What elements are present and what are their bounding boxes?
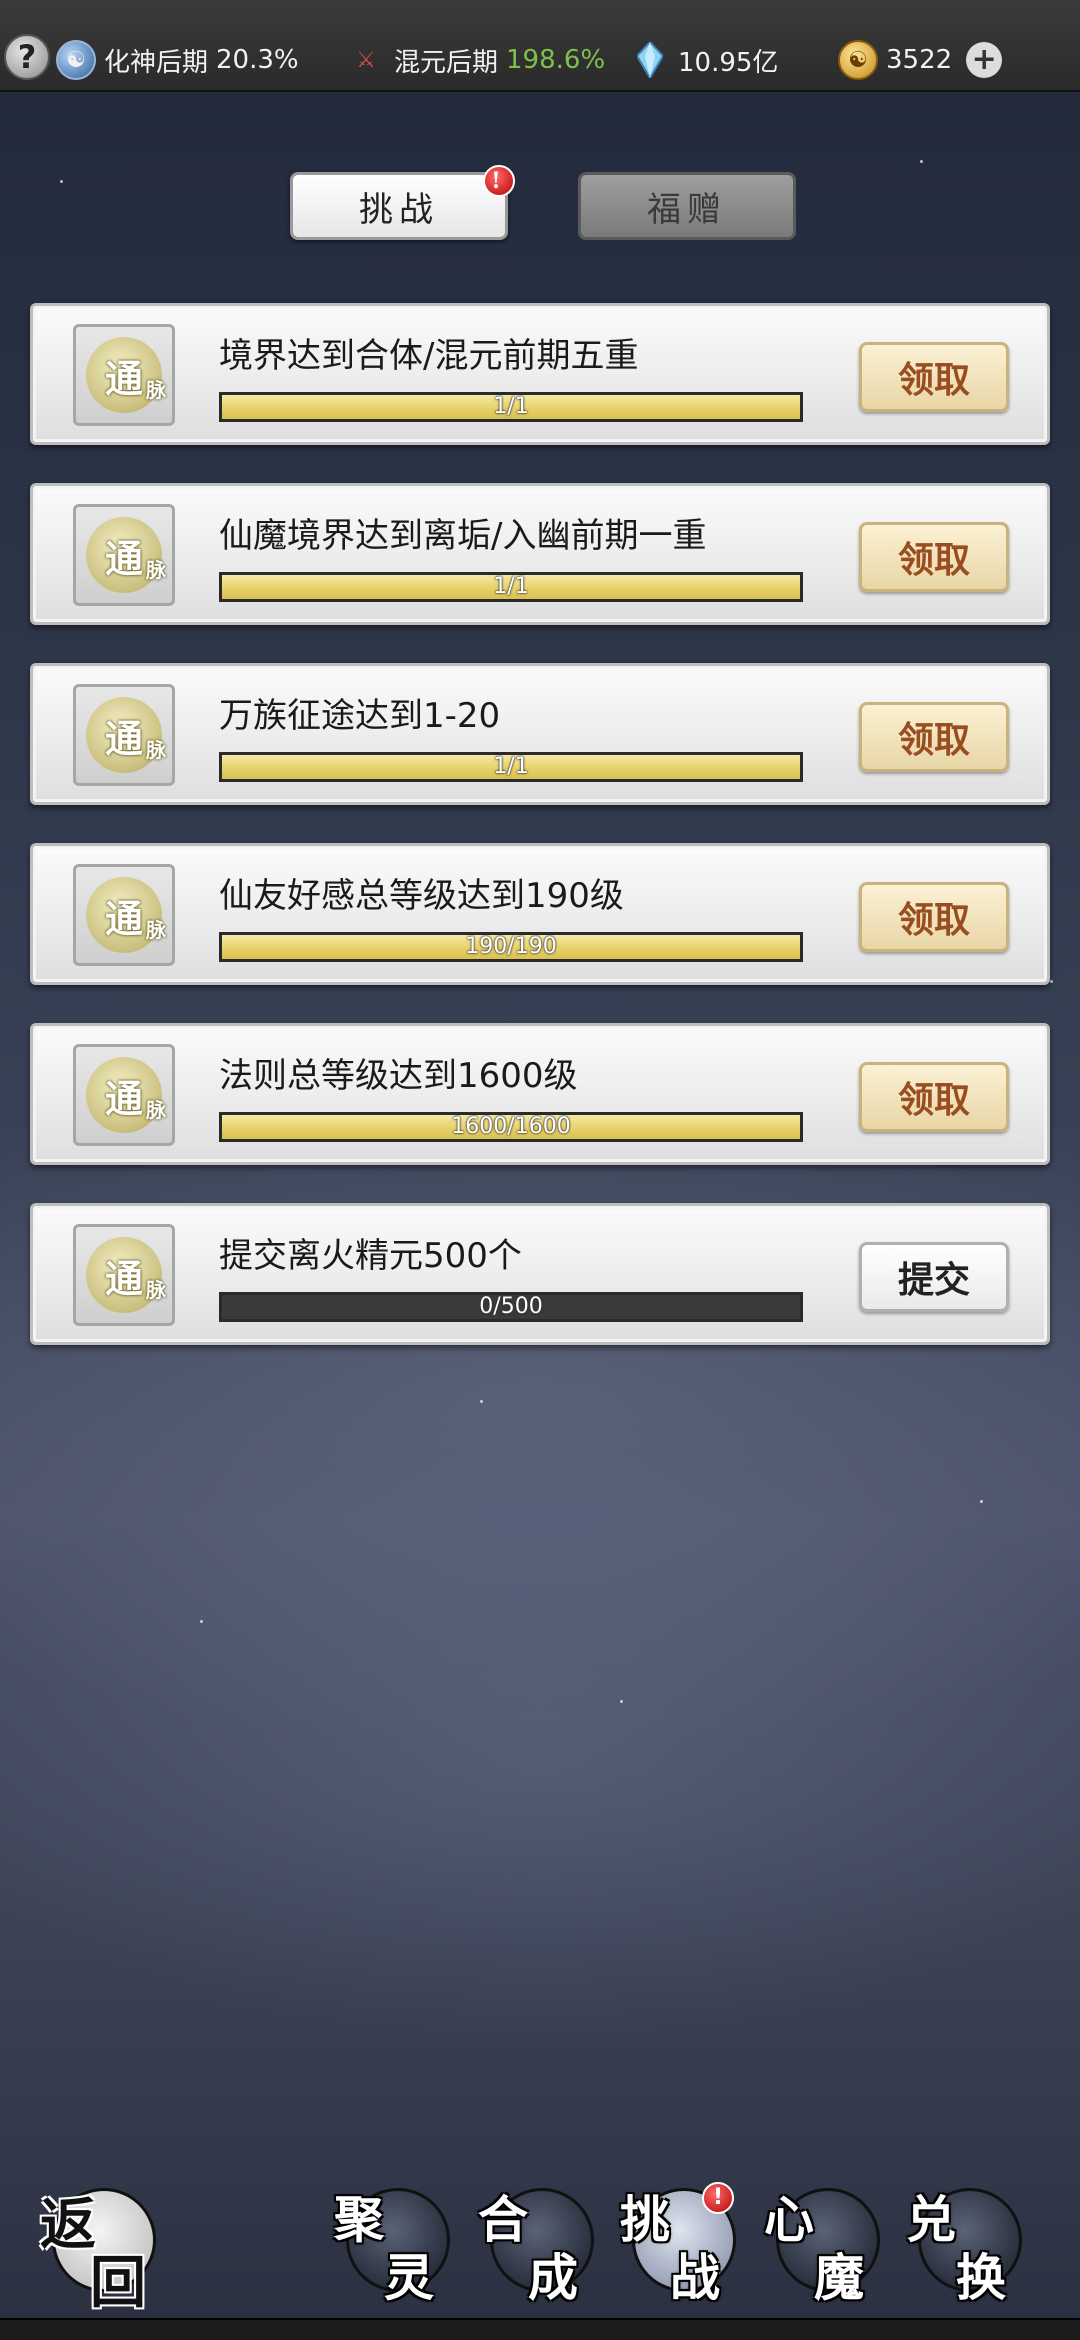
task-progress-bar: 1/1: [219, 392, 803, 422]
claim-button[interactable]: 领取: [859, 702, 1009, 772]
nav-inner-demon[interactable]: 心 魔: [764, 2180, 884, 2307]
spirit-stone-amount: 10.95亿: [678, 47, 779, 78]
task-title: 法则总等级达到1600级: [219, 1056, 578, 1096]
realm-progress: 20.3%: [216, 45, 299, 75]
task-title: 境界达到合体/混元前期五重: [219, 336, 639, 376]
help-button[interactable]: ?: [4, 34, 50, 80]
task-item: 通脉 境界达到合体/混元前期五重 1/1 领取: [30, 303, 1050, 445]
realm-stat: ☯ 化神后期 20.3%: [56, 38, 299, 82]
task-progress-text: 190/190: [465, 934, 557, 959]
task-reward-icon: 通脉: [73, 1044, 175, 1146]
immortal-demon-progress: 198.6%: [506, 45, 606, 75]
task-progress-bar: 1/1: [219, 752, 803, 782]
crystal-icon: [630, 40, 670, 80]
meridian-icon: 通脉: [86, 1237, 166, 1313]
task-reward-icon: 通脉: [73, 324, 175, 426]
task-progress-text: 0/500: [479, 1294, 543, 1319]
help-icon: ?: [17, 38, 37, 76]
task-progress-text: 1/1: [493, 754, 529, 779]
task-reward-icon: 通脉: [73, 684, 175, 786]
back-button[interactable]: 返 回: [40, 2180, 160, 2316]
task-title: 仙魔境界达到离垢/入幽前期一重: [219, 516, 707, 556]
coin-icon: ☯: [838, 40, 878, 80]
tab-gift-label: 福赠: [647, 189, 727, 230]
claim-button[interactable]: 领取: [859, 522, 1009, 592]
task-progress-text: 1/1: [493, 574, 529, 599]
task-item: 通脉 提交离火精元500个 0/500 提交: [30, 1203, 1050, 1345]
tab-gift[interactable]: 福赠: [578, 172, 796, 240]
nav-gather-spirit[interactable]: 聚 灵: [334, 2180, 454, 2307]
currency-stat: ☯ 3522 +: [838, 38, 1003, 82]
tab-challenge-label: 挑战: [359, 189, 439, 230]
nav-synthesis[interactable]: 合 成: [478, 2180, 598, 2307]
nav-challenge[interactable]: 挑 战 !: [620, 2180, 740, 2307]
bottom-border: [0, 2318, 1080, 2340]
plus-icon: +: [971, 42, 997, 77]
spirit-stone-stat: 10.95亿: [630, 38, 778, 82]
nav-exchange[interactable]: 兑 换: [906, 2180, 1026, 2307]
meridian-icon: 通脉: [86, 877, 166, 953]
task-progress-text: 1/1: [493, 394, 529, 419]
immortal-demon-stat: ⚔ 混元后期 198.6%: [346, 38, 605, 82]
taiji-icon: ☯: [56, 40, 96, 80]
task-progress-bar: 190/190: [219, 932, 803, 962]
tab-challenge[interactable]: 挑战 !: [290, 165, 515, 240]
task-item: 通脉 仙魔境界达到离垢/入幽前期一重 1/1 领取: [30, 483, 1050, 625]
task-progress-text: 1600/1600: [451, 1114, 571, 1139]
realm-label: 化神后期: [104, 47, 209, 78]
resource-topbar: ? ☯ 化神后期 20.3% ⚔ 混元后期 198.6% 10.95亿 ☯ 35…: [0, 0, 1080, 92]
sword-icon: ⚔: [356, 47, 376, 73]
task-title: 仙友好感总等级达到190级: [219, 876, 624, 916]
currency-amount: 3522: [886, 45, 953, 75]
task-reward-icon: 通脉: [73, 504, 175, 606]
task-reward-icon: 通脉: [73, 1224, 175, 1326]
task-title: 提交离火精元500个: [219, 1236, 522, 1276]
meridian-icon: 通脉: [86, 517, 166, 593]
task-item: 通脉 万族征途达到1-20 1/1 领取: [30, 663, 1050, 805]
task-progress-bar: 1/1: [219, 572, 803, 602]
add-currency-button[interactable]: +: [966, 42, 1003, 78]
claim-button[interactable]: 领取: [859, 1062, 1009, 1132]
meridian-icon: 通脉: [86, 1057, 166, 1133]
task-title: 万族征途达到1-20: [219, 696, 501, 736]
task-item: 通脉 法则总等级达到1600级 1600/1600 领取: [30, 1023, 1050, 1165]
nav-challenge-alert-badge: !: [702, 2182, 734, 2214]
meridian-icon: 通脉: [86, 337, 166, 413]
meridian-icon: 通脉: [86, 697, 166, 773]
claim-button[interactable]: 领取: [859, 342, 1009, 412]
task-item: 通脉 仙友好感总等级达到190级 190/190 领取: [30, 843, 1050, 985]
immortal-demon-label: 混元后期: [394, 47, 499, 78]
submit-button[interactable]: 提交: [859, 1242, 1009, 1312]
task-progress-bar: 1600/1600: [219, 1112, 803, 1142]
claim-button[interactable]: 领取: [859, 882, 1009, 952]
tab-challenge-alert-badge: !: [483, 165, 515, 197]
task-progress-bar: 0/500: [219, 1292, 803, 1322]
task-reward-icon: 通脉: [73, 864, 175, 966]
